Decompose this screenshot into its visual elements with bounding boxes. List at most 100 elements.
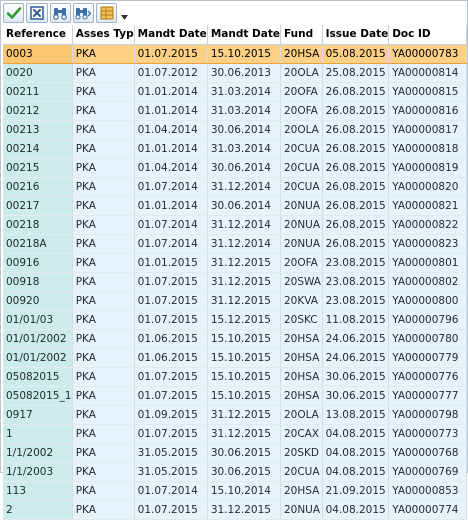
issue-date-cell[interactable]: 25.08.2015	[322, 63, 390, 83]
fund-cell[interactable]: 20CAX	[280, 424, 323, 444]
assessment-type-cell[interactable]: PKA	[72, 253, 135, 273]
doc-id-cell[interactable]: YA00000776	[388, 367, 467, 387]
doc-id-cell[interactable]: YA00000768	[388, 443, 467, 463]
doc-id-cell[interactable]: YA00000796	[388, 310, 467, 330]
assessment-type-cell[interactable]: PKA	[72, 234, 135, 254]
reference-cell[interactable]: 05082015	[3, 367, 73, 387]
fund-cell[interactable]: 20KVA	[280, 291, 323, 311]
mandate-start-cell[interactable]: 01.07.2015	[134, 500, 208, 520]
table-row[interactable]: 00218 PKA 01.07.2014 31.12.2014 20NUA 26.08.2…	[3, 215, 467, 235]
mandate-end-cell[interactable]: 15.10.2015	[207, 329, 281, 349]
reference-cell[interactable]: 00212	[3, 101, 73, 121]
column-header-assessment-type[interactable]: Asses Typ	[72, 25, 135, 45]
issue-date-cell[interactable]: 26.08.2015	[322, 215, 390, 235]
reference-cell[interactable]: 00918	[3, 272, 73, 292]
issue-date-cell[interactable]: 30.06.2015	[322, 367, 390, 387]
mandate-start-cell[interactable]: 01.06.2015	[134, 329, 208, 349]
fund-cell[interactable]: 20HSA	[280, 348, 323, 368]
reference-cell[interactable]: 2	[3, 500, 73, 520]
doc-id-cell[interactable]: YA00000774	[388, 500, 467, 520]
assessment-type-cell[interactable]: PKA	[72, 272, 135, 292]
issue-date-cell[interactable]: 04.08.2015	[322, 500, 390, 520]
issue-date-cell[interactable]: 04.08.2015	[322, 424, 390, 444]
table-row[interactable]: 00918 PKA 01.07.2015 31.12.2015 20SWA 23.08.2…	[3, 272, 467, 292]
table-row[interactable]: 05082015 PKA 01.07.2015 15.10.2015 20HSA 30.0…	[3, 367, 467, 387]
fund-cell[interactable]: 20CUA	[280, 462, 323, 482]
mandate-start-cell[interactable]: 01.07.2015	[134, 43, 208, 64]
doc-id-cell[interactable]: YA00000819	[388, 158, 467, 178]
reference-cell[interactable]: 113	[3, 481, 73, 501]
assessment-type-cell[interactable]: PKA	[72, 500, 135, 520]
assessment-type-cell[interactable]: PKA	[72, 177, 135, 197]
reference-cell[interactable]: 00214	[3, 139, 73, 159]
table-row[interactable]: 113 PKA 01.07.2014 15.10.2014 20HSA 21.09.201…	[3, 481, 467, 501]
column-header-reference[interactable]: Reference	[3, 25, 73, 45]
mandate-start-cell[interactable]: 31.05.2015	[134, 462, 208, 482]
fund-cell[interactable]: 20OLA	[280, 405, 323, 425]
issue-date-cell[interactable]: 26.08.2015	[322, 196, 390, 216]
mandate-start-cell[interactable]: 01.04.2014	[134, 120, 208, 140]
issue-date-cell[interactable]: 26.08.2015	[322, 82, 390, 102]
fund-cell[interactable]: 20OLA	[280, 120, 323, 140]
issue-date-cell[interactable]: 11.08.2015	[322, 310, 390, 330]
mandate-end-cell[interactable]: 15.10.2014	[207, 481, 281, 501]
doc-id-cell[interactable]: YA00000773	[388, 424, 467, 444]
issue-date-cell[interactable]: 26.08.2015	[322, 139, 390, 159]
issue-date-cell[interactable]: 30.06.2015	[322, 386, 390, 406]
mandate-start-cell[interactable]: 01.07.2015	[134, 424, 208, 444]
mandate-start-cell[interactable]: 31.05.2015	[134, 443, 208, 463]
column-header-doc-id[interactable]: Doc ID	[388, 25, 467, 45]
fund-cell[interactable]: 20SWA	[280, 272, 323, 292]
mandate-end-cell[interactable]: 31.12.2014	[207, 177, 281, 197]
mandate-end-cell[interactable]: 31.03.2014	[207, 101, 281, 121]
table-row[interactable]: 1/1/2003 PKA 31.05.2015 30.06.2015 20CUA 04.0…	[3, 462, 467, 482]
table-row[interactable]: 00215 PKA 01.04.2014 30.06.2014 20CUA 26.08.2…	[3, 158, 467, 178]
mandate-start-cell[interactable]: 01.07.2015	[134, 291, 208, 311]
mandate-start-cell[interactable]: 01.07.2014	[134, 234, 208, 254]
doc-id-cell[interactable]: YA00000817	[388, 120, 467, 140]
reference-cell[interactable]: 0020	[3, 63, 73, 83]
table-row[interactable]: 00212 PKA 01.01.2014 31.03.2014 20OFA 26.08.2…	[3, 101, 467, 121]
fund-cell[interactable]: 20HSA	[280, 43, 323, 64]
table-row[interactable]: 00920 PKA 01.07.2015 31.12.2015 20KVA 23.08.2…	[3, 291, 467, 311]
fund-cell[interactable]: 20HSA	[280, 329, 323, 349]
doc-id-cell[interactable]: YA00000823	[388, 234, 467, 254]
mandate-end-cell[interactable]: 31.12.2015	[207, 405, 281, 425]
doc-id-cell[interactable]: YA00000777	[388, 386, 467, 406]
mandate-end-cell[interactable]: 30.06.2014	[207, 196, 281, 216]
doc-id-cell[interactable]: YA00000853	[388, 481, 467, 501]
mandate-end-cell[interactable]: 15.12.2015	[207, 310, 281, 330]
fund-cell[interactable]: 20OFA	[280, 82, 323, 102]
assessment-type-cell[interactable]: PKA	[72, 196, 135, 216]
fund-cell[interactable]: 20OFA	[280, 253, 323, 273]
reference-cell[interactable]: 00218A	[3, 234, 73, 254]
issue-date-cell[interactable]: 26.08.2015	[322, 120, 390, 140]
assessment-type-cell[interactable]: PKA	[72, 386, 135, 406]
table-row[interactable]: 01/01/2002 PKA 01.06.2015 15.10.2015 20HSA 24…	[3, 329, 467, 349]
table-row[interactable]: 1/1/2002 PKA 31.05.2015 30.06.2015 20SKD 04.0…	[3, 443, 467, 463]
mandate-end-cell[interactable]: 31.12.2014	[207, 215, 281, 235]
issue-date-cell[interactable]: 21.09.2015	[322, 481, 390, 501]
fund-cell[interactable]: 20OLA	[280, 63, 323, 83]
reference-cell[interactable]: 00215	[3, 158, 73, 178]
doc-id-cell[interactable]: YA00000822	[388, 215, 467, 235]
assessment-type-cell[interactable]: PKA	[72, 63, 135, 83]
mandate-end-cell[interactable]: 31.12.2015	[207, 291, 281, 311]
assessment-type-cell[interactable]: PKA	[72, 215, 135, 235]
column-header-mandate-end-date[interactable]: Mandt Date	[207, 25, 281, 45]
assessment-type-cell[interactable]: PKA	[72, 424, 135, 444]
doc-id-cell[interactable]: YA00000801	[388, 253, 467, 273]
doc-id-cell[interactable]: YA00000814	[388, 63, 467, 83]
mandate-start-cell[interactable]: 01.07.2014	[134, 215, 208, 235]
cancel-button[interactable]	[26, 3, 48, 23]
mandate-start-cell[interactable]: 01.07.2015	[134, 310, 208, 330]
assessment-type-cell[interactable]: PKA	[72, 158, 135, 178]
mandate-start-cell[interactable]: 01.01.2014	[134, 139, 208, 159]
issue-date-cell[interactable]: 05.08.2015	[322, 43, 390, 64]
issue-date-cell[interactable]: 26.08.2015	[322, 101, 390, 121]
mandate-end-cell[interactable]: 31.03.2014	[207, 82, 281, 102]
mandate-end-cell[interactable]: 31.12.2015	[207, 272, 281, 292]
mandate-end-cell[interactable]: 31.12.2015	[207, 253, 281, 273]
table-row[interactable]: 01/01/2002 PKA 01.06.2015 15.10.2015 20HSA 24…	[3, 348, 467, 368]
reference-cell[interactable]: 1	[3, 424, 73, 444]
